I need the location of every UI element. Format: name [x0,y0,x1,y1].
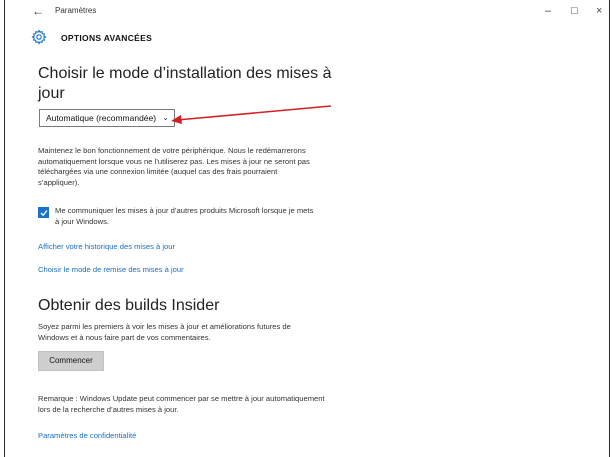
install-mode-dropdown[interactable]: Automatique (recommandée) ⌄ [39,109,175,127]
insider-description: Soyez parmi les premiers à voir les mise… [38,322,291,342]
install-mode-heading: Choisir le mode d’installation des mises… [38,65,332,102]
title-bar: ← Paramètres – □ × [5,0,609,24]
minimize-button[interactable]: – [545,4,551,18]
privacy-settings-link[interactable]: Paramètres de confidentialité [38,431,136,440]
close-button[interactable]: × [596,4,602,18]
checkmark-icon [40,210,48,217]
annotation-arrow [171,105,332,124]
window-title: Paramètres [55,6,97,15]
windows-update-note: Remarque : Windows Update peut commencer… [38,394,325,414]
update-history-link[interactable]: Afficher votre historique des mises à jo… [38,242,175,251]
install-mode-selected-value: Automatique (recommandée) [46,113,157,123]
start-insider-button[interactable]: Commencer [38,351,104,371]
page-title: OPTIONS AVANCÉES [61,33,153,43]
install-mode-description: Maintenez le bon fonctionnement de votre… [38,146,310,187]
microsoft-products-checkbox[interactable] [38,207,49,218]
delivery-mode-link[interactable]: Choisir le mode de remise des mises à jo… [38,265,184,274]
settings-window: ← Paramètres – □ × OPTIONS AVANCÉES Choi… [4,0,610,457]
insider-builds-heading: Obtenir des builds Insider [38,297,220,314]
gear-icon [31,29,47,45]
microsoft-products-checkbox-label: Me communiquer les mises à jour d’autres… [55,206,314,226]
maximize-button[interactable]: □ [571,4,578,18]
back-button[interactable]: ← [32,4,44,18]
